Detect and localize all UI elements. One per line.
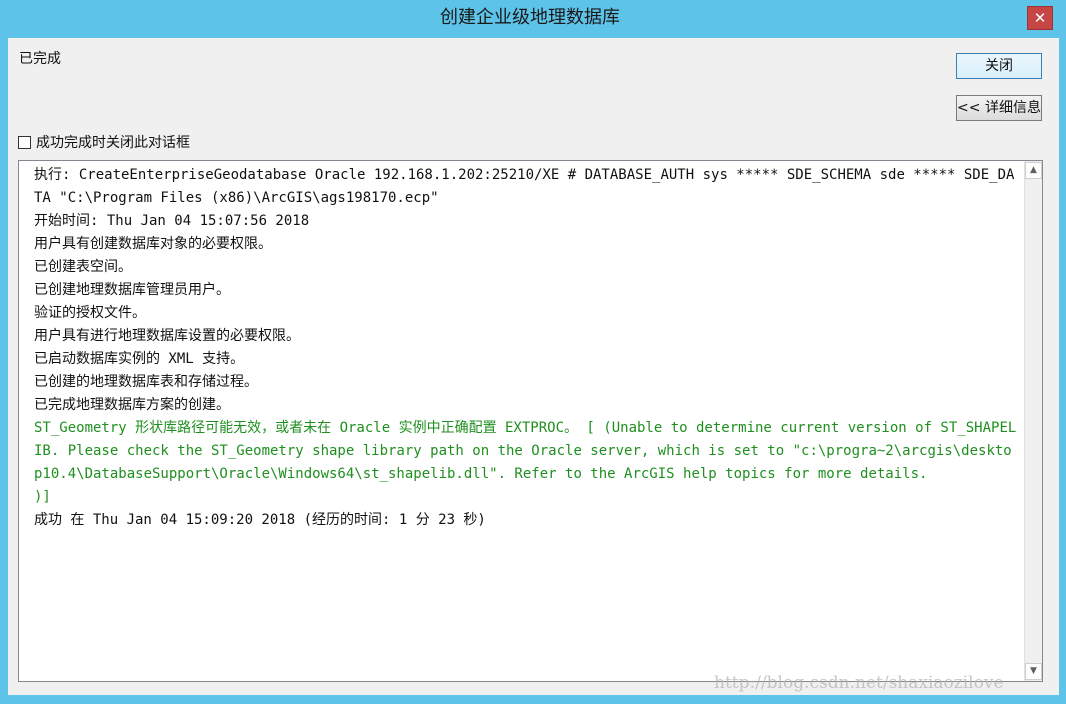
message-log[interactable]: 执行: CreateEnterpriseGeodatabase Oracle 1…	[18, 160, 1043, 682]
close-on-success-label: 成功完成时关闭此对话框	[36, 135, 190, 151]
log-content: 执行: CreateEnterpriseGeodatabase Oracle 1…	[34, 164, 1019, 674]
dialog-window: 创建企业级地理数据库 ✕ 已完成 关闭 << 详细信息 成功完成时关闭此对话框 …	[0, 0, 1066, 704]
dialog-body: 已完成 关闭 << 详细信息 成功完成时关闭此对话框 执行: CreateEnt…	[8, 38, 1059, 695]
log-line: 已创建地理数据库管理员用户。	[34, 282, 230, 298]
details-toggle-button[interactable]: << 详细信息	[956, 95, 1042, 121]
log-line: 执行: CreateEnterpriseGeodatabase Oracle 1…	[34, 167, 1015, 206]
watermark: http://blog.csdn.net/shaxiaozilove	[714, 673, 1004, 693]
log-line: )]	[34, 489, 51, 505]
log-line: 开始时间: Thu Jan 04 15:07:56 2018	[34, 213, 310, 229]
log-line: 已创建的地理数据库表和存储过程。	[34, 374, 258, 390]
close-button[interactable]: 关闭	[956, 53, 1042, 79]
log-line: 验证的授权文件。	[34, 305, 146, 321]
scroll-down-arrow-icon[interactable]: ▼	[1025, 663, 1042, 680]
log-line: 已启动数据库实例的 XML 支持。	[34, 351, 245, 367]
log-line: 已完成地理数据库方案的创建。	[34, 397, 230, 413]
log-line: 用户具有进行地理数据库设置的必要权限。	[34, 328, 300, 344]
close-on-success-checkbox[interactable]	[18, 135, 31, 149]
status-text: 已完成	[19, 51, 61, 67]
title-bar[interactable]: 创建企业级地理数据库 ✕	[0, 0, 1066, 38]
close-on-success-option[interactable]: 成功完成时关闭此对话框	[18, 133, 190, 151]
vertical-scrollbar[interactable]: ▲ ▼	[1024, 161, 1042, 681]
log-line: 成功 在 Thu Jan 04 15:09:20 2018 (经历的时间: 1 …	[34, 512, 486, 528]
log-line: 已创建表空间。	[34, 259, 132, 275]
log-line: 用户具有创建数据库对象的必要权限。	[34, 236, 272, 252]
log-line: ST_Geometry 形状库路径可能无效，或者未在 Oracle 实例中正确配…	[34, 420, 1017, 482]
window-close-button[interactable]: ✕	[1027, 6, 1053, 30]
window-title: 创建企业级地理数据库	[440, 7, 620, 28]
scroll-up-arrow-icon[interactable]: ▲	[1025, 162, 1042, 179]
